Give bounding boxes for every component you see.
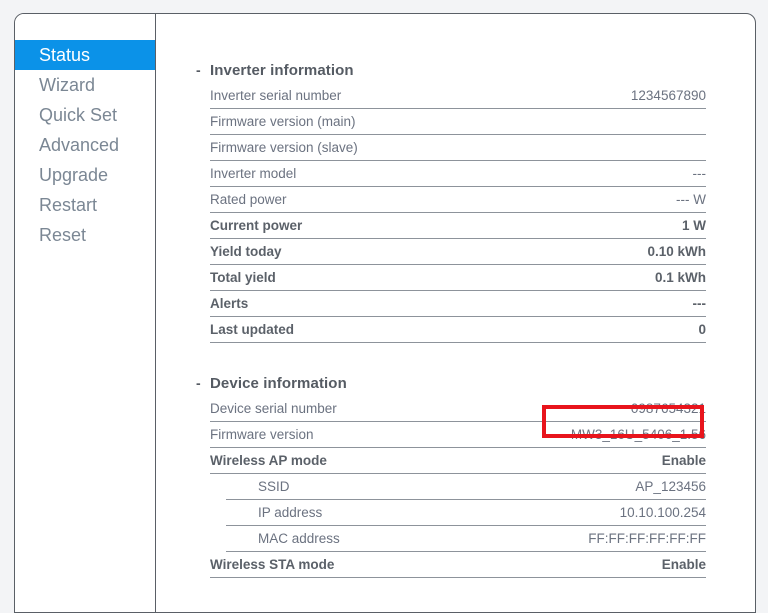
row-label: Total yield (210, 270, 276, 285)
table-row: Last updated 0 (210, 317, 706, 343)
row-value: 0.10 kWh (647, 244, 706, 259)
table-row: Wireless STA mode Enable (210, 552, 706, 578)
collapse-minus-icon[interactable]: - (196, 376, 210, 390)
table-row: Firmware version (slave) (210, 135, 706, 161)
row-label: Current power (210, 218, 303, 233)
section-device-information: - Device information Device serial number 0… (156, 375, 755, 578)
row-value: 1234567890 (630, 88, 706, 103)
row-label: Rated power (210, 192, 287, 207)
sidebar-item-upgrade[interactable]: Upgrade (15, 160, 155, 190)
collapse-minus-icon[interactable]: - (196, 63, 210, 77)
section-title: Device information (210, 375, 347, 392)
main-content: - Inverter information Inverter serial num… (156, 14, 755, 612)
row-value: 1 W (681, 218, 706, 233)
section-inverter-information: - Inverter information Inverter serial num… (156, 62, 755, 343)
row-value: MW3_16U_5406_1.56 (570, 427, 706, 442)
sidebar-item-advanced[interactable]: Advanced (15, 130, 155, 160)
sidebar-item-reset[interactable]: Reset (15, 220, 155, 250)
table-row: Alerts --- (210, 291, 706, 317)
table-row: Firmware version (main) (210, 109, 706, 135)
table-row: Firmware version MW3_16U_5406_1.56 (210, 422, 706, 448)
info-table: Device serial number 0987654321 Firmware v… (210, 396, 706, 578)
sidebar-navigation: Status Wizard Quick Set Advanced Upgrade Rest… (15, 14, 156, 612)
table-row: Inverter model --- (210, 161, 706, 187)
sidebar-item-wizard[interactable]: Wizard (15, 70, 155, 100)
section-title: Inverter information (210, 62, 354, 79)
row-label: Firmware version (slave) (210, 140, 358, 155)
row-label: Alerts (210, 296, 249, 311)
row-label: Firmware version (210, 427, 314, 442)
row-label: Inverter serial number (210, 88, 342, 103)
row-value: --- (692, 296, 707, 311)
row-label: Last updated (210, 322, 295, 337)
row-value: 0.1 kWh (654, 270, 706, 285)
row-label: IP address (258, 505, 323, 520)
row-value: --- (692, 166, 707, 181)
row-value: Enable (661, 453, 706, 468)
row-label: Yield today (210, 244, 282, 259)
table-row: Total yield 0.1 kWh (210, 265, 706, 291)
row-value: FF:FF:FF:FF:FF:FF (588, 531, 706, 546)
info-table: Inverter serial number 1234567890 Firmware… (210, 83, 706, 343)
table-row: Yield today 0.10 kWh (210, 239, 706, 265)
table-row: Device serial number 0987654321 (210, 396, 706, 422)
row-value: AP_123456 (635, 479, 706, 494)
row-value: 0 (698, 322, 706, 337)
table-row: Inverter serial number 1234567890 (210, 83, 706, 109)
row-label: Wireless STA mode (210, 557, 335, 572)
device-status-window: Status Wizard Quick Set Advanced Upgrade Rest… (14, 13, 756, 613)
sidebar-item-status[interactable]: Status (15, 40, 155, 70)
table-row: MAC address FF:FF:FF:FF:FF:FF (226, 526, 706, 552)
sidebar-item-quick-set[interactable]: Quick Set (15, 100, 155, 130)
row-label: Inverter model (210, 166, 297, 181)
row-label: Wireless AP mode (210, 453, 327, 468)
sidebar-item-restart[interactable]: Restart (15, 190, 155, 220)
row-label: MAC address (258, 531, 340, 546)
table-row: SSID AP_123456 (226, 474, 706, 500)
table-row: IP address 10.10.100.254 (226, 500, 706, 526)
row-value: --- W (676, 192, 706, 207)
row-value: Enable (661, 557, 706, 572)
row-value: 0987654321 (630, 401, 706, 416)
row-value: 10.10.100.254 (619, 505, 706, 520)
section-header: - Inverter information (196, 62, 755, 79)
row-label: Firmware version (main) (210, 114, 356, 129)
row-label: Device serial number (210, 401, 337, 416)
table-row: Rated power --- W (210, 187, 706, 213)
row-label: SSID (258, 479, 290, 494)
section-header: - Device information (196, 375, 755, 392)
table-row: Wireless AP mode Enable (210, 448, 706, 474)
table-row: Current power 1 W (210, 213, 706, 239)
